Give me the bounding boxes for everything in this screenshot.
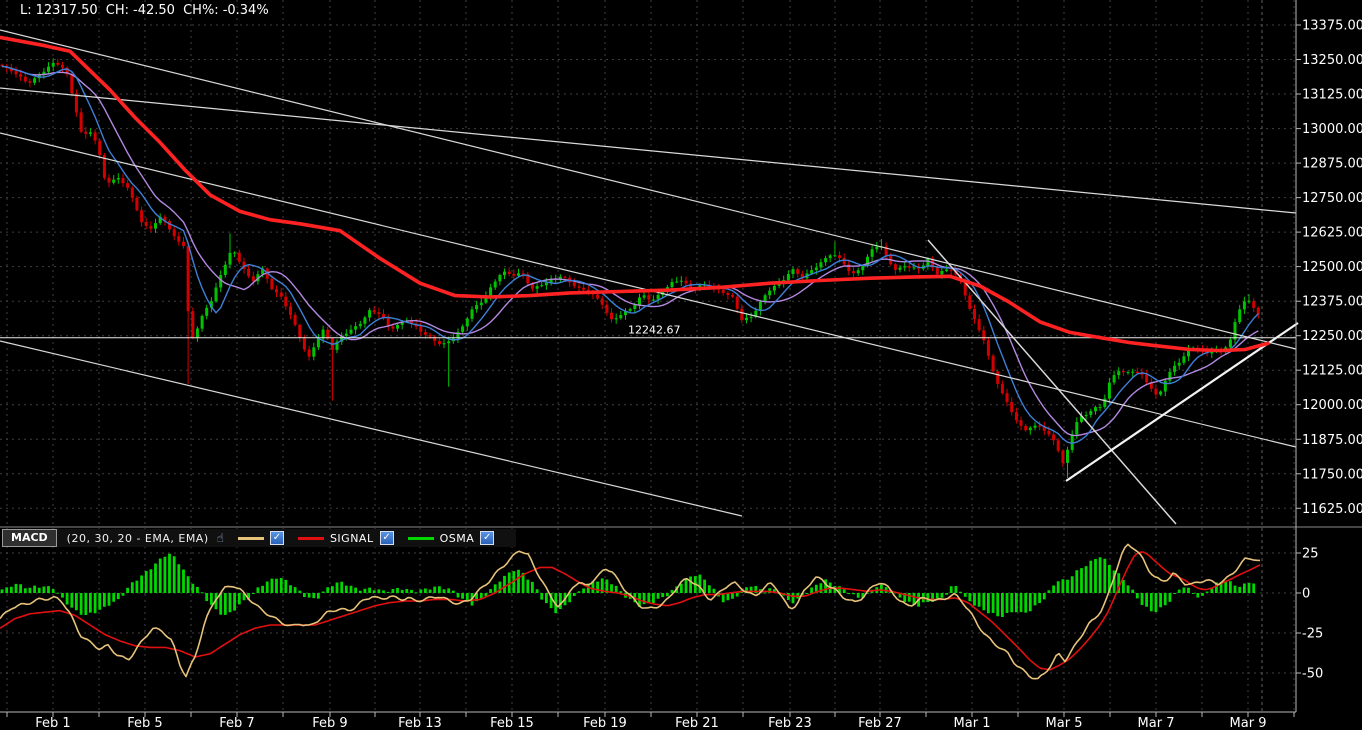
svg-text:Feb 15: Feb 15 [490, 716, 534, 730]
svg-text:Mar 1: Mar 1 [954, 716, 991, 730]
macd-line-checkbox[interactable]: ✓ [269, 531, 284, 545]
candles-layer [0, 58, 1260, 478]
svg-text:Feb 7: Feb 7 [219, 716, 254, 730]
ma-fast-line [1, 65, 1259, 444]
axes-layer[interactable]: 13375.00 13250.00 13125.00 13000.00 12875.00… [0, 0, 1362, 730]
macd-line-swatch [237, 536, 264, 540]
horizontal-price-label: 12242.67 [628, 324, 681, 337]
svg-text:Mar 7: Mar 7 [1138, 716, 1175, 730]
svg-text:-50: -50 [1302, 667, 1323, 682]
change-pct-value: -0.34% [222, 3, 269, 18]
svg-text:Feb 13: Feb 13 [398, 716, 442, 730]
svg-text:12500.00: 12500.00 [1302, 260, 1362, 275]
osma-checkbox[interactable]: ✓ [480, 531, 495, 545]
svg-text:Mar 5: Mar 5 [1046, 716, 1083, 730]
chart-window: { "header": { "last_label": "L:", "last_… [0, 0, 1362, 730]
signal-checkbox[interactable]: ✓ [379, 531, 394, 545]
price-info: L: 12317.50 CH: -42.50 CH%: -0.34% [20, 3, 273, 18]
change-pct-label: CH%: [183, 3, 219, 18]
svg-text:Feb 21: Feb 21 [675, 716, 719, 730]
osma-swatch [407, 536, 434, 540]
svg-text:12875.00: 12875.00 [1302, 157, 1362, 172]
last-value: 12317.50 [35, 3, 98, 18]
chart-canvas[interactable]: 12242.67 13375.00 13250.00 13125.00 13000.00… [0, 0, 1362, 730]
svg-text:Mar 9: Mar 9 [1230, 716, 1267, 730]
macd-header: MACD (20, 30, 20 - EMA, EMA) ☝ ✓ SIGNAL … [2, 529, 517, 547]
change-value: -42.50 [133, 3, 175, 18]
svg-text:12125.00: 12125.00 [1302, 364, 1362, 379]
osma-label: OSMA [439, 531, 475, 545]
svg-text:13375.00: 13375.00 [1302, 19, 1362, 34]
svg-text:Feb 5: Feb 5 [127, 716, 162, 730]
osma-histogram [0, 553, 1256, 617]
svg-text:13250.00: 13250.00 [1302, 53, 1362, 68]
svg-text:12375.00: 12375.00 [1302, 295, 1362, 310]
trendlines-layer[interactable]: 12242.67 [0, 29, 1299, 525]
svg-text:Feb 27: Feb 27 [858, 716, 902, 730]
change-label: CH: [105, 3, 130, 18]
macd-panel [0, 543, 1261, 680]
last-label: L: [20, 3, 32, 18]
svg-text:12625.00: 12625.00 [1302, 226, 1362, 241]
macd-study-button[interactable]: MACD [2, 529, 57, 547]
svg-text:12250.00: 12250.00 [1302, 329, 1362, 344]
macd-params: (20, 30, 20 - EMA, EMA) [66, 531, 209, 545]
signal-label: SIGNAL [329, 531, 374, 545]
svg-text:25: 25 [1302, 547, 1319, 562]
svg-text:12750.00: 12750.00 [1302, 191, 1362, 206]
svg-text:Feb 23: Feb 23 [768, 716, 812, 730]
svg-text:13000.00: 13000.00 [1302, 122, 1362, 137]
svg-text:12000.00: 12000.00 [1302, 398, 1362, 413]
ma-overlays [1, 65, 1259, 444]
svg-text:Feb 9: Feb 9 [312, 716, 347, 730]
hand-tool-icon[interactable]: ☝ [217, 531, 224, 545]
svg-text:Feb 1: Feb 1 [35, 716, 70, 730]
svg-text:11875.00: 11875.00 [1302, 433, 1362, 448]
svg-text:11625.00: 11625.00 [1302, 502, 1362, 517]
svg-text:Feb 19: Feb 19 [583, 716, 627, 730]
svg-text:0: 0 [1302, 587, 1310, 602]
signal-line-swatch [297, 536, 324, 540]
svg-text:-25: -25 [1302, 627, 1323, 642]
svg-text:13125.00: 13125.00 [1302, 88, 1362, 103]
svg-text:11750.00: 11750.00 [1302, 467, 1362, 482]
